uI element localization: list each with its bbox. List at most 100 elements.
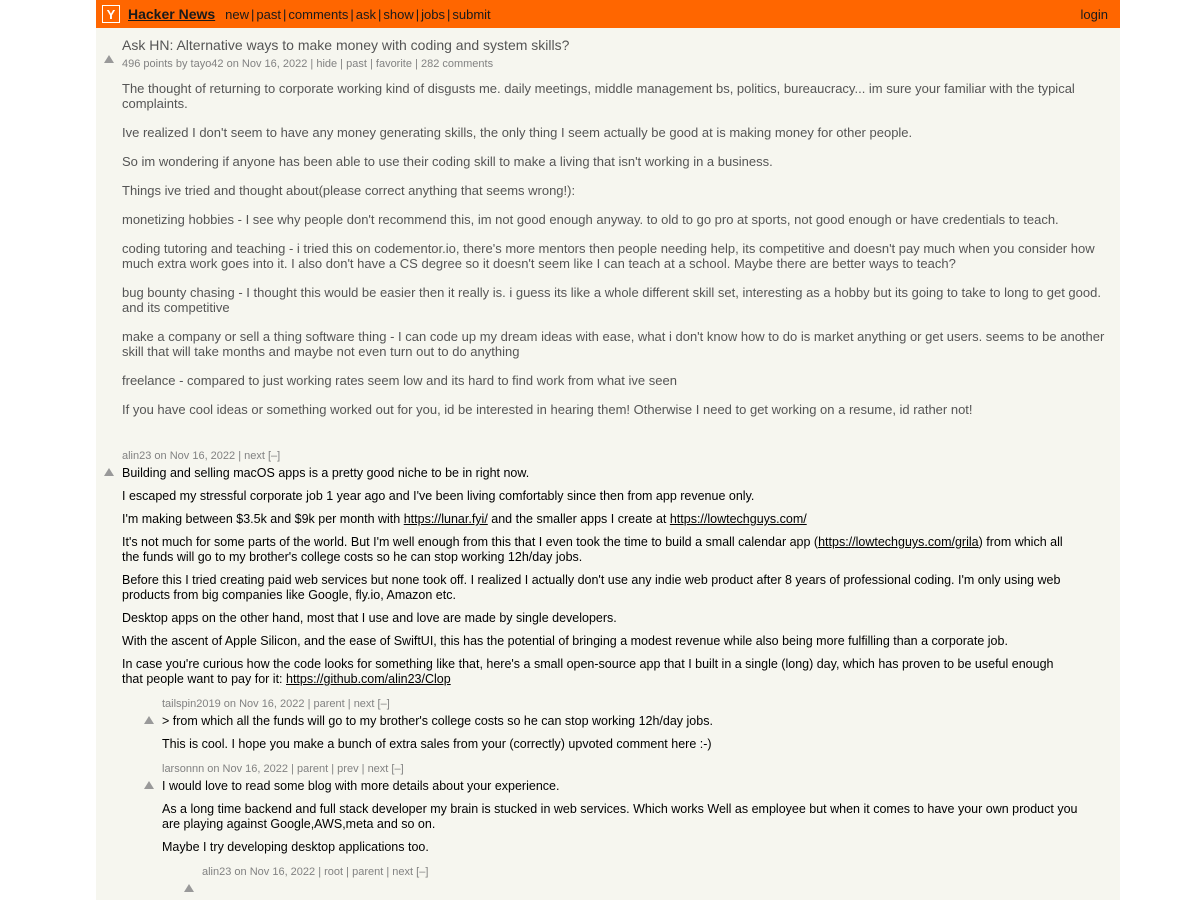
comment-link-next[interactable]: next xyxy=(368,763,389,775)
comment: alin23 on Nov 16, 2022 | root | parent |… xyxy=(96,865,1120,892)
comment-link-next[interactable]: next xyxy=(244,450,265,462)
comment-time-link[interactable]: on Nov 16, 2022 xyxy=(234,866,315,878)
story-paragraph: make a company or sell a thing software … xyxy=(122,329,1105,359)
nav-link-show[interactable]: show xyxy=(383,7,413,22)
comment-collapse-toggle[interactable]: [–] xyxy=(416,866,428,878)
comment: tailspin2019 on Nov 16, 2022 | parent | … xyxy=(96,697,1120,760)
comment-collapse-toggle[interactable]: [–] xyxy=(268,450,280,462)
story-paragraph: The thought of returning to corporate wo… xyxy=(122,81,1075,111)
story-title-row: Ask HN: Alternative ways to make money w… xyxy=(96,36,1120,63)
comment-inline-link[interactable]: https://lowtechguys.com/ xyxy=(670,512,807,526)
nav-link-ask[interactable]: ask xyxy=(356,7,376,22)
comment-paragraph: It's not much for some parts of the worl… xyxy=(122,535,1063,564)
hn-logo-icon[interactable]: Y xyxy=(102,5,120,23)
comment-collapse-toggle[interactable]: [–] xyxy=(391,763,403,775)
upvote-arrow-icon[interactable] xyxy=(144,701,156,724)
story-action-favorite[interactable]: favorite xyxy=(376,58,412,70)
comment-paragraph: I escaped my stressful corporate job 1 y… xyxy=(122,489,755,503)
comment-link-parent[interactable]: parent xyxy=(297,763,328,775)
nav-separator: | xyxy=(350,6,354,22)
comment-link-parent[interactable]: parent xyxy=(314,698,345,710)
subtext-separator: | xyxy=(366,58,376,70)
comment-author-link[interactable]: alin23 xyxy=(202,866,231,878)
comment-link-parent[interactable]: parent xyxy=(352,866,383,878)
nav-link-past[interactable]: past xyxy=(256,7,281,22)
comment-link-next[interactable]: next xyxy=(392,866,413,878)
story-paragraph: Things ive tried and thought about(pleas… xyxy=(122,183,576,198)
upvote-arrow-icon[interactable] xyxy=(104,40,116,63)
comment-paragraph: I'm making between $3.5k and $9k per mon… xyxy=(122,512,807,526)
story-block: Ask HN: Alternative ways to make money w… xyxy=(96,28,1120,417)
comment: larsonnn on Nov 16, 2022 | parent | prev… xyxy=(96,762,1120,863)
comment-header: larsonnn on Nov 16, 2022 | parent | prev… xyxy=(162,763,404,775)
story-title-link[interactable]: Ask HN: Alternative ways to make money w… xyxy=(122,36,569,54)
comment-body: larsonnn on Nov 16, 2022 | parent | prev… xyxy=(162,762,1082,863)
story-paragraph: Ive realized I don't seem to have any mo… xyxy=(122,125,913,140)
comment-paragraph: Maybe I try developing desktop applicati… xyxy=(162,840,429,854)
comment-author-link[interactable]: tailspin2019 xyxy=(162,698,221,710)
nav-link-comments[interactable]: comments xyxy=(288,7,348,22)
comment-body: alin23 on Nov 16, 2022 | root | parent |… xyxy=(202,865,1102,882)
comment-paragraph: In case you're curious how the code look… xyxy=(122,657,1054,686)
comment-paragraph: I would love to read some blog with more… xyxy=(162,779,560,793)
comment-link-prev[interactable]: prev xyxy=(337,763,358,775)
comment-time-link[interactable]: on Nov 16, 2022 xyxy=(207,763,288,775)
subtext-separator: | xyxy=(337,58,347,70)
story-actions: | hide | past | favorite | 282 comments xyxy=(310,58,493,70)
story-action-past[interactable]: past xyxy=(346,58,367,70)
login-link[interactable]: login xyxy=(1081,7,1112,22)
comment-header: alin23 on Nov 16, 2022 | next [–] xyxy=(122,450,281,462)
comment-paragraph: As a long time backend and full stack de… xyxy=(162,802,1078,831)
story-paragraph: If you have cool ideas or something work… xyxy=(122,402,973,417)
comment-header: tailspin2019 on Nov 16, 2022 | parent | … xyxy=(162,698,390,710)
comment-text: I would love to read some blog with more… xyxy=(162,779,1082,855)
nav-link-jobs[interactable]: jobs xyxy=(421,7,445,22)
comment-collapse-toggle[interactable]: [–] xyxy=(378,698,390,710)
nav-links: new | past | comments | ask | show | jobs | submit xyxy=(225,7,1080,22)
story-subtext: 496 points by tayo42 on Nov 16, 2022 | h… xyxy=(96,57,1120,71)
comment-paragraph: > from which all the funds will go to my… xyxy=(162,714,713,728)
nav-link-submit[interactable]: submit xyxy=(452,7,490,22)
comment-inline-link[interactable]: https://github.com/alin23/Clop xyxy=(286,672,451,686)
comment-text: Building and selling macOS apps is a pre… xyxy=(122,466,1072,687)
subtext-separator: | xyxy=(411,58,421,70)
site-header: Y Hacker News new | past | comments | ask | show… xyxy=(96,0,1120,28)
comment-time-link[interactable]: on Nov 16, 2022 xyxy=(154,450,235,462)
comment-tree: alin23 on Nov 16, 2022 | next [–] Buildin… xyxy=(96,431,1120,892)
comment-paragraph: This is cool. I hope you make a bunch of… xyxy=(162,737,712,751)
story-comments-link[interactable]: 282 comments xyxy=(421,58,493,70)
story-text: The thought of returning to corporate wo… xyxy=(96,71,1120,417)
comment-link-root[interactable]: root xyxy=(324,866,343,878)
nav-link-new[interactable]: new xyxy=(225,7,249,22)
comment-inline-link[interactable]: https://lunar.fyi/ xyxy=(404,512,488,526)
hn-page: Y Hacker News new | past | comments | ask | show… xyxy=(96,0,1120,900)
comment-link-next[interactable]: next xyxy=(354,698,375,710)
comment-body: tailspin2019 on Nov 16, 2022 | parent | … xyxy=(162,697,1082,760)
story-points: 496 points xyxy=(122,58,173,70)
story-paragraph: monetizing hobbies - I see why people do… xyxy=(122,212,1059,227)
story-by-label: by xyxy=(175,58,188,70)
comment-header: alin23 on Nov 16, 2022 | root | parent |… xyxy=(202,866,429,878)
comment-text: > from which all the funds will go to my… xyxy=(162,714,1082,752)
comment-paragraph: Building and selling macOS apps is a pre… xyxy=(122,466,530,480)
story-author-link[interactable]: tayo42 xyxy=(191,58,224,70)
upvote-arrow-icon[interactable] xyxy=(184,869,196,892)
story-paragraph: coding tutoring and teaching - i tried t… xyxy=(122,241,1095,271)
comment-paragraph: With the ascent of Apple Silicon, and th… xyxy=(122,634,1008,648)
comment-author-link[interactable]: alin23 xyxy=(122,450,151,462)
comment: alin23 on Nov 16, 2022 | next [–] Buildin… xyxy=(96,449,1120,695)
story-action-hide[interactable]: hide xyxy=(316,58,337,70)
comment-paragraph: Desktop apps on the other hand, most tha… xyxy=(122,611,617,625)
upvote-arrow-icon[interactable] xyxy=(144,766,156,789)
story-paragraph: So im wondering if anyone has been able … xyxy=(122,154,773,169)
comment-author-link[interactable]: larsonnn xyxy=(162,763,204,775)
comment-time-link[interactable]: on Nov 16, 2022 xyxy=(224,698,305,710)
comment-body: alin23 on Nov 16, 2022 | next [–] Buildin… xyxy=(122,449,1072,695)
comment-inline-link[interactable]: https://lowtechguys.com/grila xyxy=(818,535,979,549)
story-paragraph: freelance - compared to just working rat… xyxy=(122,373,677,388)
site-title-link[interactable]: Hacker News xyxy=(128,6,215,22)
story-time-link[interactable]: on Nov 16, 2022 xyxy=(227,58,308,70)
comment-paragraph: Before this I tried creating paid web se… xyxy=(122,573,1061,602)
upvote-arrow-icon[interactable] xyxy=(104,453,116,476)
story-paragraph: bug bounty chasing - I thought this woul… xyxy=(122,285,1101,315)
